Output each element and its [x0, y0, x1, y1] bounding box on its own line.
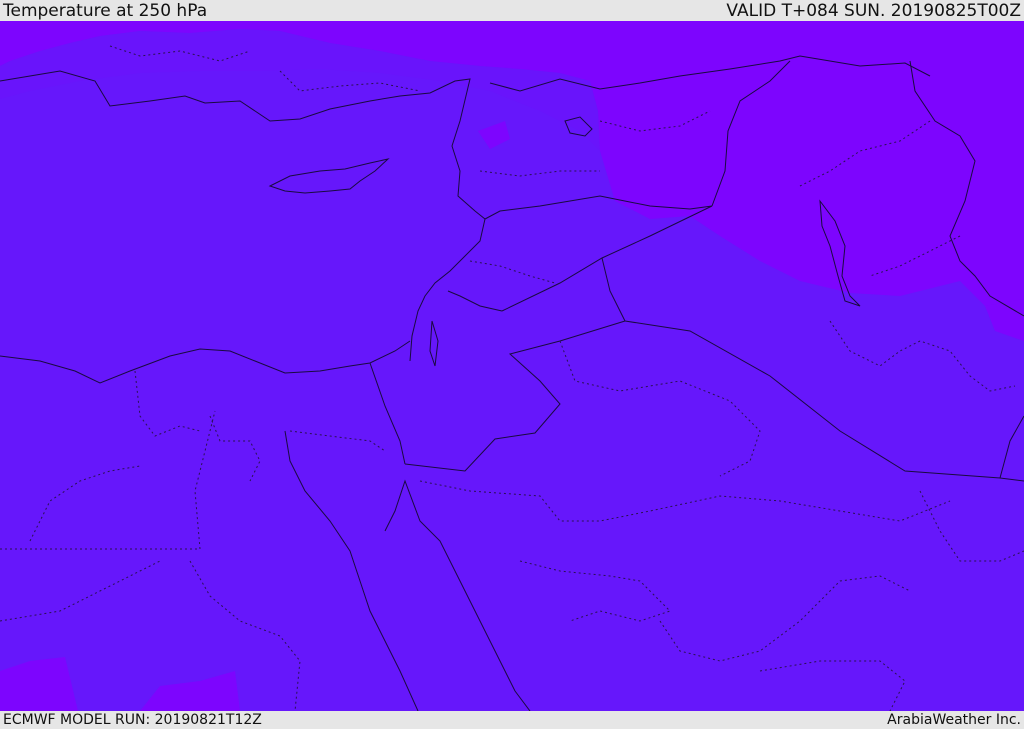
map-header: Temperature at 250 hPa VALID T+084 SUN. … — [0, 0, 1024, 21]
map-title: Temperature at 250 hPa — [3, 1, 208, 21]
map-footer: ECMWF MODEL RUN: 20190821T12Z ArabiaWeat… — [0, 711, 1024, 729]
model-run: ECMWF MODEL RUN: 20190821T12Z — [3, 712, 262, 728]
valid-time: VALID T+084 SUN. 20190825T00Z — [726, 1, 1021, 21]
temperature-map — [0, 21, 1024, 711]
credit: ArabiaWeather Inc. — [887, 712, 1021, 728]
